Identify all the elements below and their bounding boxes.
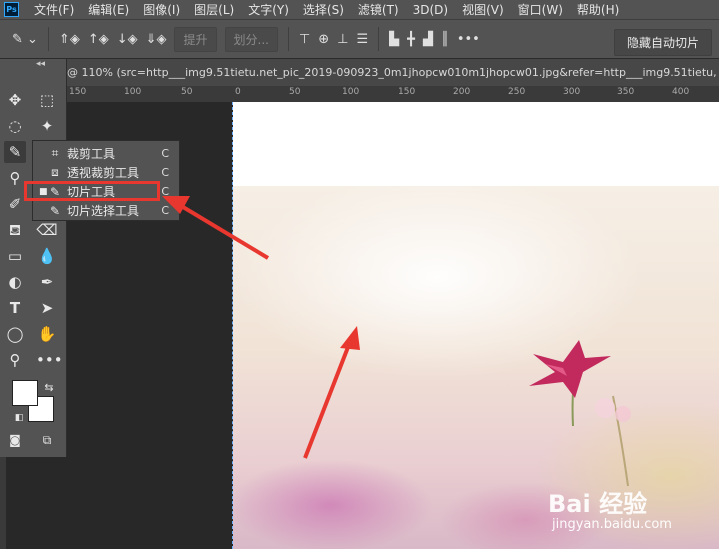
- baidu-watermark-logo: Bai 经验: [548, 490, 648, 518]
- baidu-watermark-url: jingyan.baidu.com: [552, 517, 672, 532]
- annotation-arrows: [162, 196, 360, 459]
